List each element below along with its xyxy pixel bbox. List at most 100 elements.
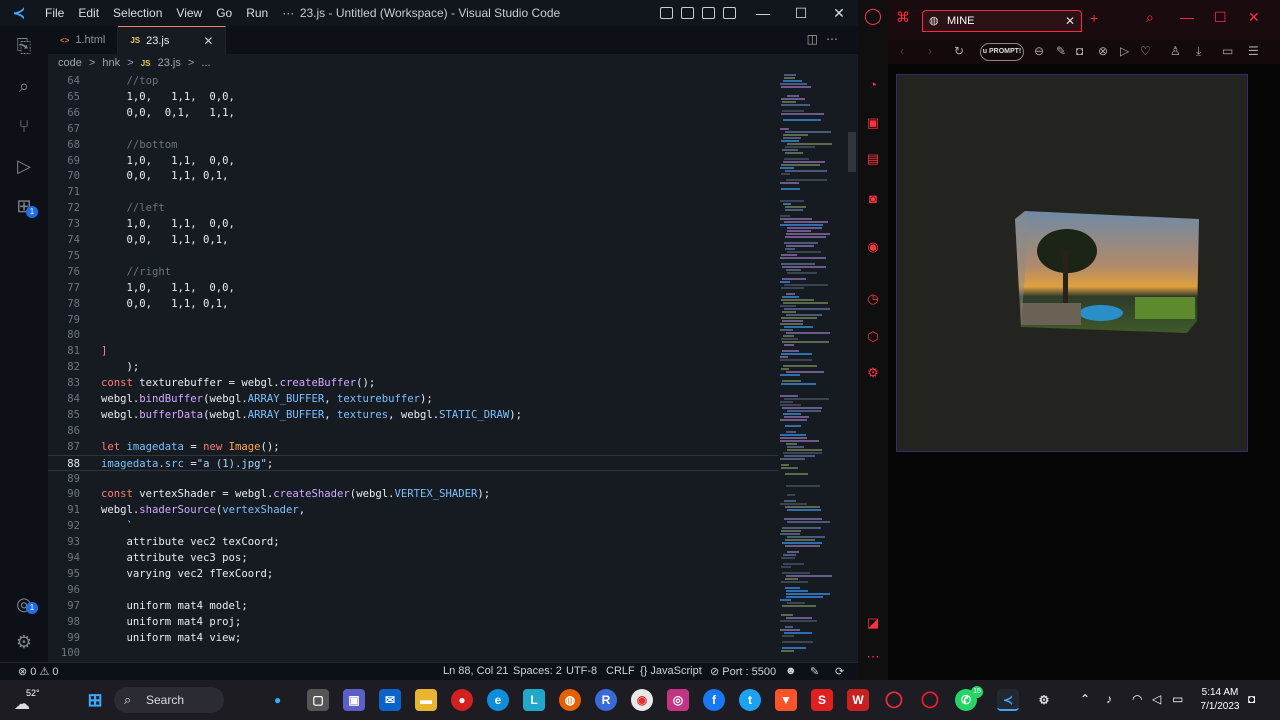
sidebar-more-icon[interactable]: ⋯	[864, 648, 882, 666]
tab-search-icon[interactable]: ⌕	[1146, 9, 1154, 26]
code-text[interactable]: webgl.shaderSource(vertexShader,	[101, 502, 305, 518]
webgl-canvas[interactable]	[896, 74, 1248, 452]
code-text[interactable]: webgl.bufferData(webgl.ARRAY_BUFFER, tex…	[101, 407, 522, 423]
teams-chat-icon[interactable]: ▣	[343, 689, 365, 711]
opera-logo-icon[interactable]: ◯	[864, 8, 882, 26]
code-line[interactable]: 74 0,0, 1,1, 0,1,	[48, 232, 778, 248]
close-icon[interactable]: ✕	[820, 0, 858, 26]
minimize-icon[interactable]: —	[744, 0, 782, 26]
w-app-icon[interactable]: W	[847, 689, 869, 711]
language-mode[interactable]: {} JavaScript	[640, 665, 702, 677]
close-tab-icon[interactable]: ✕	[203, 34, 213, 48]
code-line[interactable]: 94 attribute vec3 pos;	[48, 550, 778, 566]
run-debug-icon[interactable]: ▷	[12, 154, 36, 178]
toggle-sidebar-icon[interactable]	[660, 7, 673, 19]
code-text[interactable]: 0,0, 1,1, 0,1,	[101, 232, 229, 248]
code-line[interactable]: 84 webgl.bindBuffer(webgl.ARRAY_BUFFER, t…	[48, 391, 778, 407]
battery-saver-icon[interactable]: ▭	[1222, 44, 1233, 58]
code-text[interactable]: 1,0, 1,1, 0,0,	[101, 216, 235, 232]
code-line[interactable]: 100	[48, 645, 778, 661]
code-line[interactable]: 91 webgl.shaderSource(vertexShader,	[48, 502, 778, 518]
menu-file[interactable]: File	[38, 6, 71, 20]
file-explorer-icon[interactable]: ▬	[415, 689, 437, 711]
cursor-position[interactable]: Ln 88, Col 21	[443, 665, 508, 677]
code-text[interactable]: ]	[101, 343, 107, 359]
breadcrumb-symbol[interactable]: ...	[201, 57, 210, 69]
more-actions-icon[interactable]: ⋯	[826, 32, 846, 46]
toggle-panel-icon[interactable]	[681, 7, 694, 19]
code-line[interactable]: 73 1,0, 1,1, 0,0,	[48, 216, 778, 232]
tab-1-html[interactable]: <> 1.html	[48, 26, 119, 54]
code-line[interactable]: 98 uniform mat4 proj;	[48, 614, 778, 630]
code-line[interactable]: 69 1,0, 1,1, 0,0,	[48, 153, 778, 169]
record-icon[interactable]: ●	[451, 689, 473, 711]
browser-close-icon[interactable]: ✕	[1248, 9, 1260, 26]
feedback-icon[interactable]: ✎	[810, 665, 819, 678]
code-line[interactable]: 75	[48, 248, 778, 264]
battery-icon[interactable]: ▭	[1172, 692, 1183, 706]
close-tab-icon[interactable]: ✕	[1065, 11, 1075, 31]
code-line[interactable]: 76 //right	[48, 264, 778, 280]
minimap[interactable]	[778, 72, 846, 662]
task-view-icon[interactable]: ▢	[307, 689, 329, 711]
extensions-cube-icon[interactable]: ⬡	[864, 328, 882, 346]
new-tab-icon[interactable]: +	[1090, 10, 1098, 26]
code-line[interactable]: 65 1,0, 1,1, 0,0,	[48, 89, 778, 105]
code-text[interactable]: 1,0, 1,1, 0,0,	[101, 280, 235, 296]
show-hidden-icons[interactable]: ⌃	[1080, 692, 1090, 706]
code-text[interactable]: 0,0, 1,1, 0,1,	[101, 296, 229, 312]
code-text[interactable]: varying vec2 fTexCoord;	[101, 566, 274, 582]
source-control-icon[interactable]: ⑂	[12, 114, 36, 138]
code-line[interactable]: 64 //top	[48, 73, 778, 89]
history-icon[interactable]: ◷	[864, 290, 882, 308]
code-line[interactable]: 80	[48, 327, 778, 343]
menu-go[interactable]: Go	[209, 6, 239, 20]
code-line[interactable]: 95 varying vec2 fTexCoord;	[48, 566, 778, 582]
start-windows-icon[interactable]: ⊞	[84, 689, 106, 711]
maximize-icon[interactable]: ☐	[782, 0, 820, 26]
encoding-status[interactable]: UTF-8	[566, 665, 597, 677]
weather-widget[interactable]: ☁ 52°	[12, 686, 52, 714]
zoom-icon[interactable]: ⊖	[1034, 44, 1044, 58]
code-text[interactable]: uniform mat4 model;	[101, 598, 248, 614]
code-text[interactable]: webgl.bindBuffer(webgl.ARRAY_BUFFER, tex…	[101, 391, 433, 407]
code-line[interactable]: 86	[48, 423, 778, 439]
code-line[interactable]: 93 attribute vec2 texCoord;	[48, 534, 778, 550]
code-line[interactable]: 71	[48, 184, 778, 200]
vscode-taskbar-icon[interactable]: ≺	[997, 689, 1019, 711]
customize-layout-icon[interactable]	[723, 7, 736, 19]
code-editor[interactable]: 64 //top 65 1,0, 1,1, 0,0, 66 0,0, 0,1, 1,…	[48, 72, 778, 662]
code-line[interactable]: 79	[48, 312, 778, 328]
opera-icon[interactable]: ◯	[919, 689, 941, 711]
code-line[interactable]: 67	[48, 121, 778, 137]
settings-taskbar-icon[interactable]: ⚙	[1033, 689, 1055, 711]
bookmark-heart-icon[interactable]: ♡	[1140, 44, 1151, 58]
code-line[interactable]: 77 1,0, 1,1, 0,0,	[48, 280, 778, 296]
chrome-icon[interactable]: ◉	[631, 689, 653, 711]
code-line[interactable]: 72 //left	[48, 200, 778, 216]
browser-minimize-icon[interactable]: —	[1180, 9, 1194, 25]
code-line[interactable]: 90 const vertexShader = webgl.createShade…	[48, 486, 778, 502]
edge-icon[interactable]: e	[487, 689, 509, 711]
code-line[interactable]: 89	[48, 471, 778, 487]
code-line[interactable]: 87 let imagedata = new Image();	[48, 439, 778, 455]
gamepad-icon[interactable]: ⌘	[896, 9, 910, 26]
twitch-icon[interactable]: ▤	[864, 150, 882, 168]
address-bar[interactable]: u PROMPT!	[980, 43, 1024, 61]
browser-settings-icon[interactable]: ⚙	[864, 364, 882, 382]
tab-23-js[interactable]: JS 23.js ✕	[118, 26, 227, 54]
search-icon[interactable]: ⌕	[12, 74, 36, 98]
code-text[interactable]: uniform mat4 proj;	[101, 614, 242, 630]
brave-icon[interactable]: ▼	[775, 689, 797, 711]
scrollbar-thumb[interactable]	[848, 132, 856, 172]
vpn-icon[interactable]: ⊗	[1098, 44, 1108, 58]
code-text[interactable]: 1,0, 1,1, 0,0,	[101, 153, 235, 169]
s-app-icon[interactable]: S	[811, 689, 833, 711]
code-line[interactable]: 99 uniform mat4 view;	[48, 630, 778, 646]
download-icon[interactable]: ⤓	[1196, 44, 1201, 59]
code-line[interactable]: 70 0,0, 1,1, 0,1,	[48, 168, 778, 184]
back-icon[interactable]: ‹	[900, 44, 904, 58]
profile-icon[interactable]: ♙	[1170, 44, 1181, 58]
editor-scrollbar[interactable]	[846, 72, 858, 662]
code-text[interactable]: 1,0, 1,1, 0,0,	[101, 89, 235, 105]
